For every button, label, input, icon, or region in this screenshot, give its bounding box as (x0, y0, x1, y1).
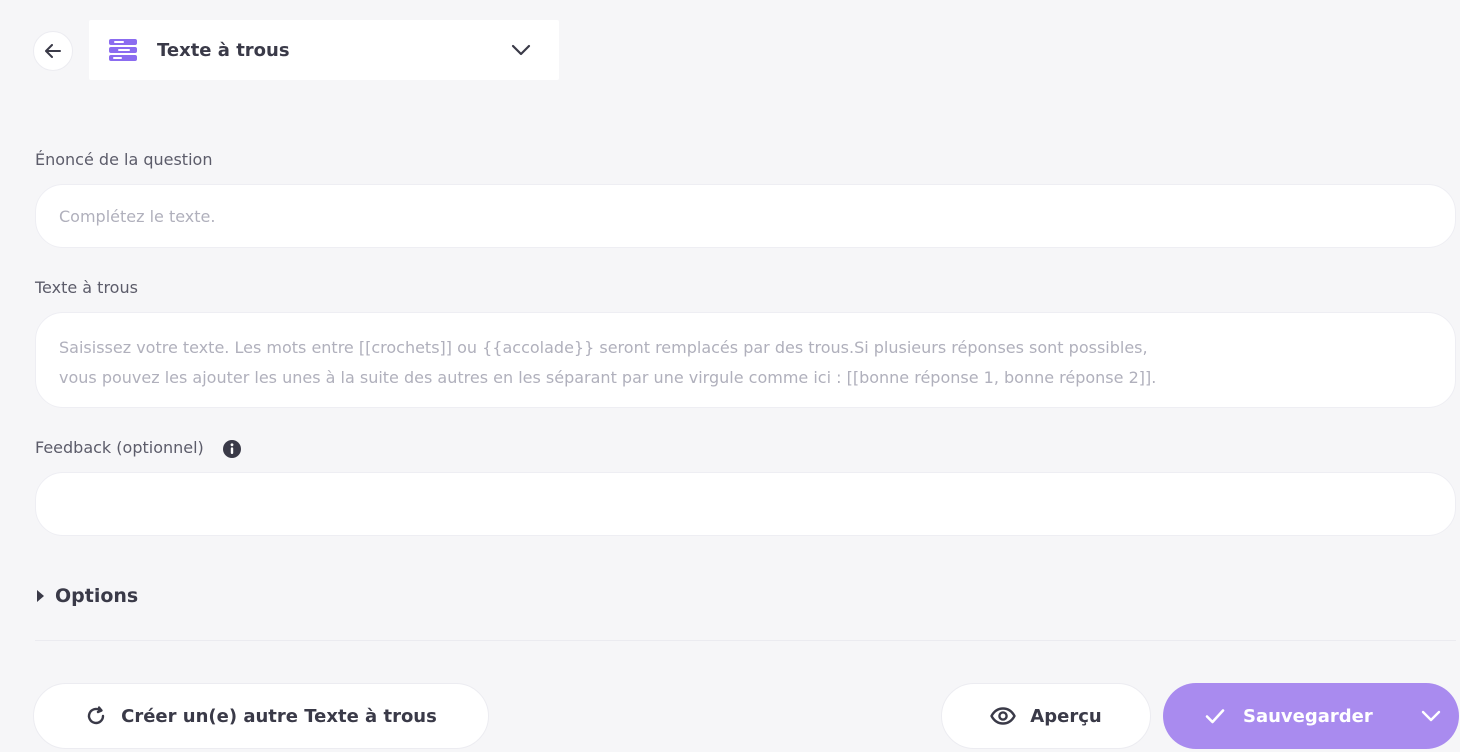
save-split-button: Sauvegarder (1163, 683, 1459, 749)
gap-text-placeholder-line1: Saisissez votre texte. Les mots entre [[… (59, 338, 1148, 357)
feedback-input[interactable] (35, 472, 1456, 536)
question-type-select[interactable]: Texte à trous (89, 20, 559, 80)
statement-label: Énoncé de la question (35, 150, 213, 169)
statement-input[interactable]: Complétez le texte. (35, 184, 1456, 248)
statement-placeholder: Complétez le texte. (59, 206, 216, 226)
refresh-icon (87, 706, 105, 725)
save-label: Sauvegarder (1243, 705, 1373, 727)
chevron-down-icon (1421, 710, 1441, 722)
chevron-down-icon (511, 44, 531, 56)
question-type-label: Texte à trous (157, 39, 290, 61)
gap-text-placeholder-line2: vous pouvez les ajouter les unes à la su… (59, 368, 1157, 387)
save-button[interactable]: Sauvegarder (1163, 706, 1403, 727)
check-icon (1205, 709, 1225, 724)
create-another-button[interactable]: Créer un(e) autre Texte à trous (33, 683, 489, 749)
preview-label: Aperçu (1030, 705, 1102, 727)
fill-in-blanks-icon (109, 39, 137, 61)
question-editor: Texte à trous Énoncé de la question Comp… (0, 0, 1460, 752)
create-another-label: Créer un(e) autre Texte à trous (121, 705, 437, 727)
eye-icon (990, 707, 1016, 725)
options-label: Options (55, 585, 139, 607)
save-options-toggle[interactable] (1403, 683, 1459, 749)
feedback-label: Feedback (optionnel) (35, 438, 204, 457)
gap-text-label: Texte à trous (35, 278, 138, 297)
gap-text-input[interactable]: Saisissez votre texte. Les mots entre [[… (35, 312, 1456, 408)
info-icon[interactable] (222, 439, 242, 459)
options-toggle[interactable]: Options (35, 585, 138, 607)
preview-button[interactable]: Aperçu (941, 683, 1151, 749)
back-button[interactable] (33, 31, 73, 71)
caret-right-icon (37, 590, 44, 602)
arrow-left-icon (45, 44, 61, 58)
divider (35, 640, 1456, 641)
